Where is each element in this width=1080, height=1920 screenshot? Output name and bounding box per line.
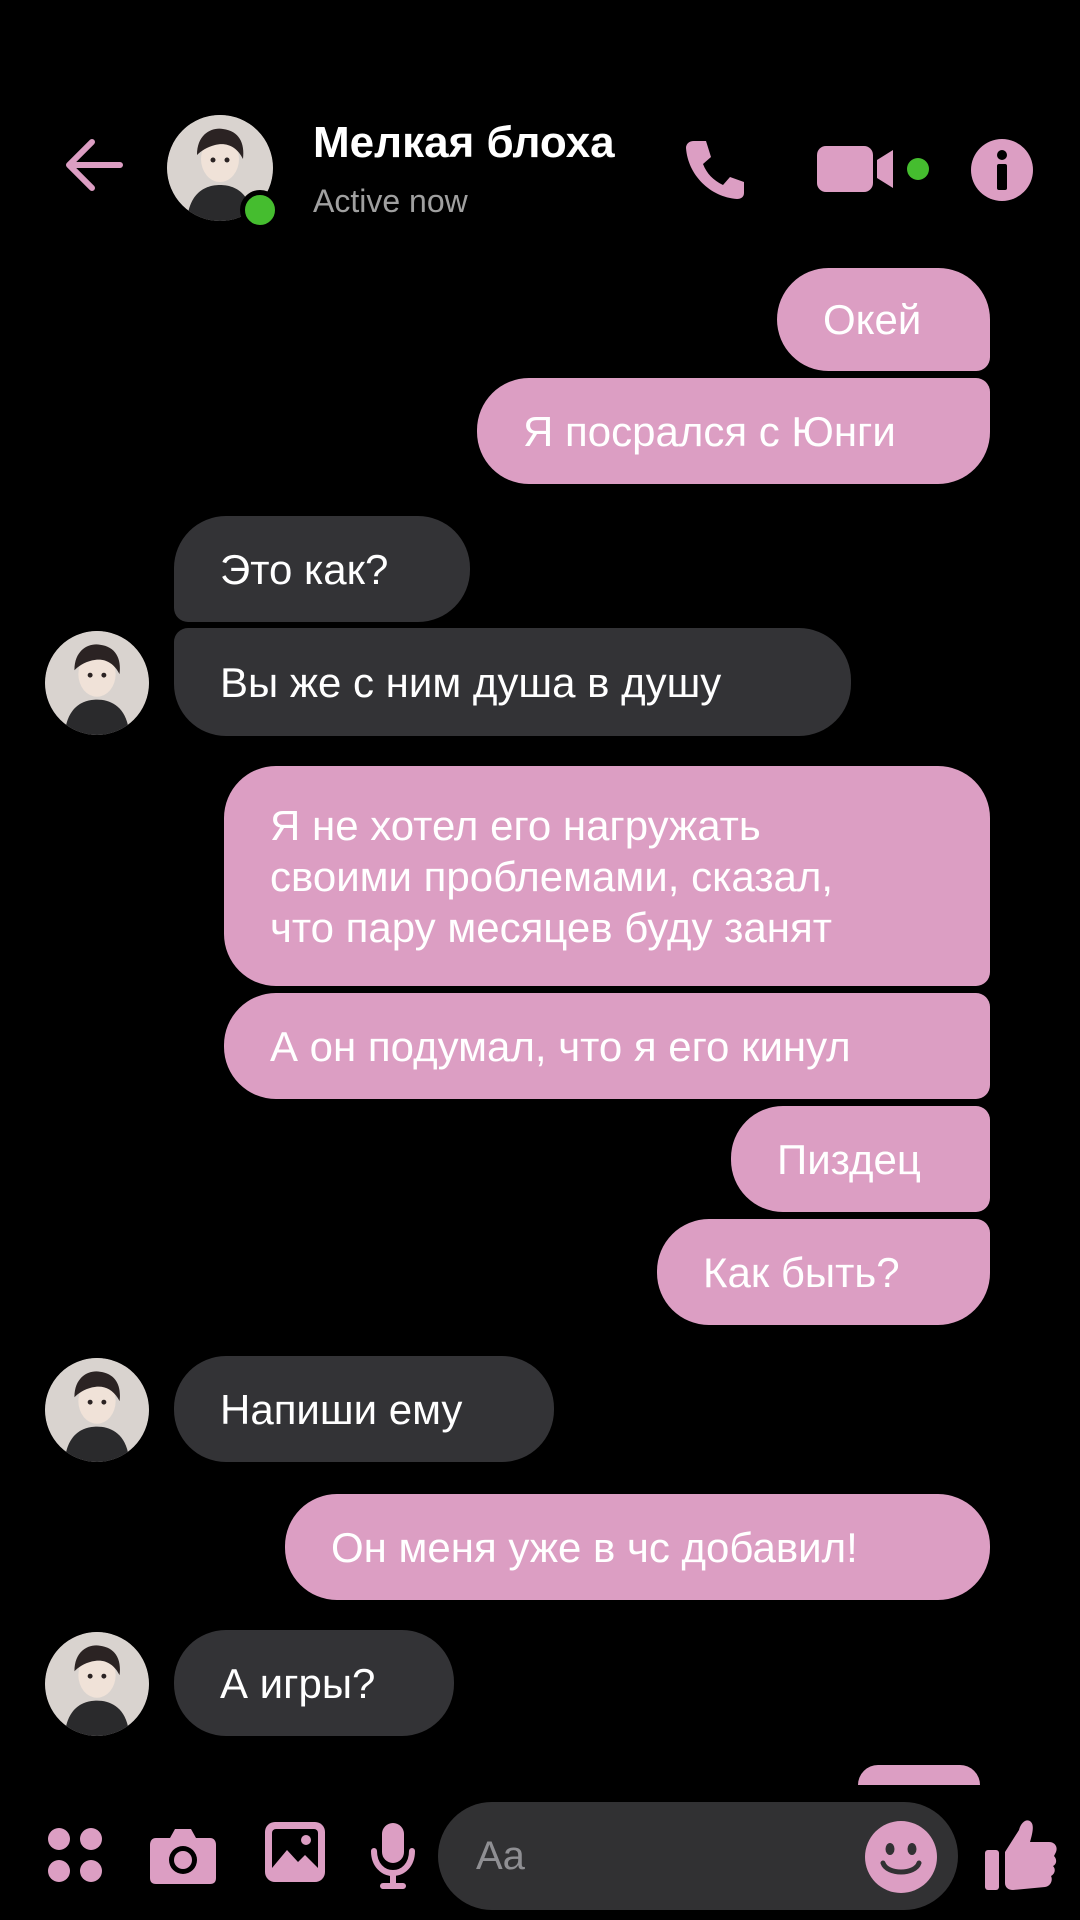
message-bubble-incoming[interactable]: А игры? [174,1630,454,1736]
arrow-left-icon [66,139,123,191]
more-actions-button[interactable] [40,1820,110,1890]
contact-name[interactable]: Мелкая блоха [313,118,615,168]
image-icon [265,1822,325,1882]
message-bubble-outgoing[interactable]: Он меня уже в чс добавил! [285,1494,990,1600]
message-bubble-outgoing[interactable]: Пиздец [731,1106,990,1212]
message-bubble-outgoing[interactable]: Я посрался с Юнги [477,378,990,484]
smiley-icon [865,1821,937,1893]
info-icon [971,139,1033,201]
voice-message-button[interactable] [365,1818,420,1893]
message-composer [0,1790,1080,1920]
message-bubble-incoming[interactable]: Напиши ему [174,1356,554,1462]
active-status: Active now [313,183,468,219]
phone-icon [686,141,744,199]
message-bubble-outgoing[interactable]: Окей [777,268,990,371]
microphone-icon [370,1822,415,1889]
camera-button[interactable] [145,1820,220,1890]
sender-avatar[interactable] [45,1358,149,1462]
camera-icon [149,1829,216,1884]
video-camera-icon [817,146,929,192]
video-call-button[interactable] [815,138,935,200]
sender-avatar[interactable] [45,1632,149,1736]
conversation-header: Мелкая блоха Active now [0,100,1080,235]
message-bubble-outgoing[interactable]: Как быть? [657,1219,990,1325]
message-bubble-outgoing[interactable]: А он подумал, что я его кинул [224,993,990,1099]
four-dots-icon [48,1828,102,1882]
online-indicator [240,190,280,230]
message-bubble-incoming[interactable]: Вы же с ним душа в душу [174,628,851,736]
message-bubble-outgoing-partial[interactable] [858,1765,980,1785]
like-button[interactable] [982,1815,1060,1895]
gallery-button[interactable] [260,1817,330,1887]
sender-avatar[interactable] [45,631,149,735]
conversation-info-button[interactable] [967,135,1037,205]
voice-call-button[interactable] [675,130,755,210]
thumbs-up-icon [985,1820,1057,1890]
message-bubble-incoming[interactable]: Это как? [174,516,470,622]
message-bubble-outgoing[interactable]: Я не хотел его нагружать своими проблема… [224,766,990,986]
back-button[interactable] [58,130,128,200]
emoji-button[interactable] [862,1818,940,1896]
